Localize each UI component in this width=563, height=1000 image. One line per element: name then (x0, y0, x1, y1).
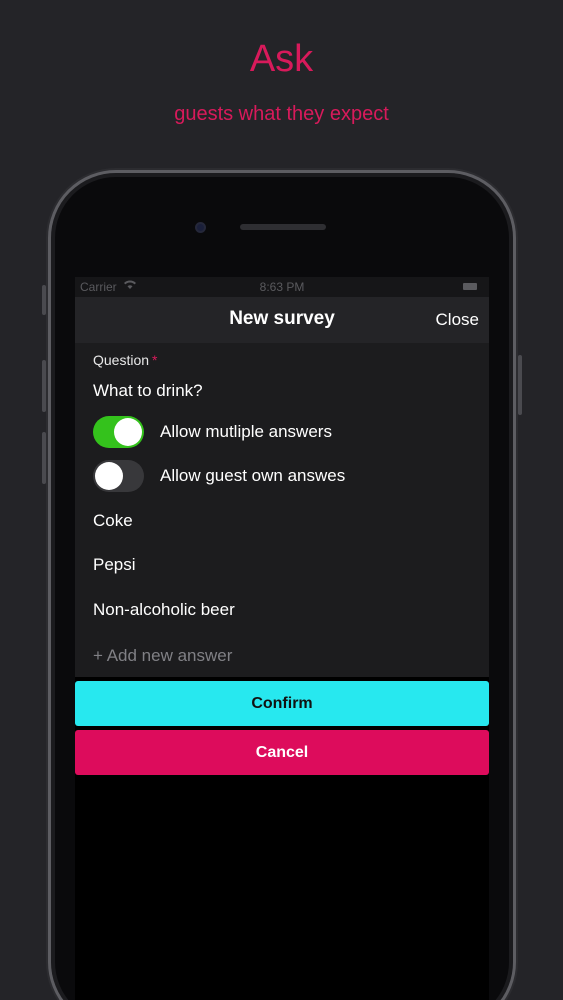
guest-answers-label: Allow guest own answes (160, 466, 346, 485)
status-time: 8:63 PM (259, 280, 305, 294)
page-title: New survey (229, 308, 335, 329)
toggle-row-guest-answers: Allow guest own answes (93, 460, 473, 492)
earpiece-speaker (240, 224, 326, 230)
multiple-answers-label: Allow mutliple answers (160, 422, 332, 441)
navigation-bar: New survey Close (75, 297, 489, 343)
battery-icon (463, 283, 477, 290)
question-label-text: Question (93, 352, 150, 368)
mute-button (42, 432, 46, 484)
power-button (518, 355, 522, 415)
multiple-answers-toggle[interactable] (93, 416, 144, 448)
toggle-knob (95, 462, 123, 490)
question-label: Question * (93, 352, 158, 368)
front-camera (195, 222, 206, 233)
cancel-button[interactable]: Cancel (75, 730, 489, 775)
toggle-row-multiple-answers: Allow mutliple answers (93, 416, 473, 448)
promo-headline: Ask (249, 38, 314, 80)
guest-answers-toggle[interactable] (93, 460, 144, 492)
status-bar: Carrier 8:63 PM (75, 277, 489, 297)
answer-item[interactable]: Non-alcoholic beer (93, 600, 473, 620)
answer-item[interactable]: Pepsi (93, 555, 473, 575)
promo-subline: guests what they expect (174, 103, 389, 125)
add-answer-button[interactable]: + Add new answer (93, 646, 232, 666)
volume-down-button (42, 360, 46, 412)
required-marker: * (152, 352, 158, 368)
answer-item[interactable]: Coke (93, 511, 473, 531)
survey-form: Question* Allow mutliple answers Allow g… (75, 343, 489, 677)
toggle-knob (114, 418, 142, 446)
close-button[interactable]: Close (436, 310, 479, 330)
volume-up-button (42, 285, 46, 315)
question-input[interactable] (93, 379, 473, 403)
phone-screen: Carrier 8:63 PM New survey Close Questio… (75, 277, 489, 1000)
confirm-button[interactable]: Confirm (75, 681, 489, 726)
